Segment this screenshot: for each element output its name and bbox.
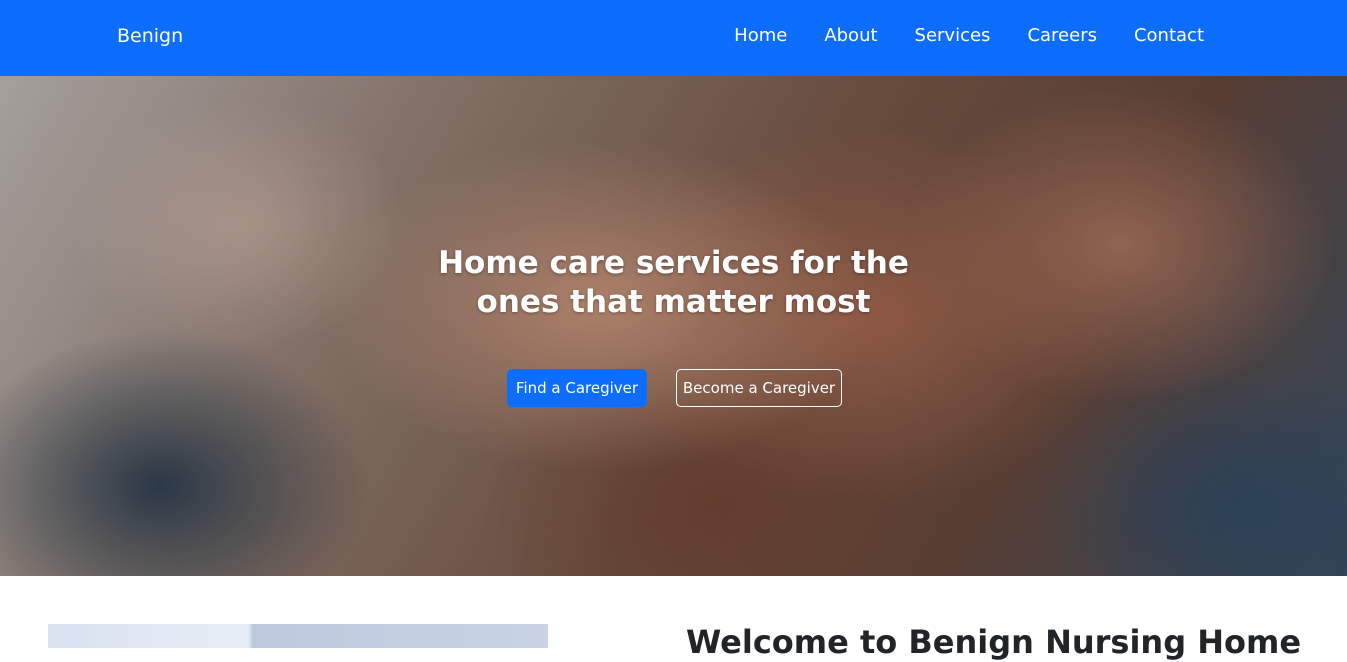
nav-menu: Home About Services Careers Contact [734, 25, 1204, 46]
nav-link-careers[interactable]: Careers [1027, 25, 1097, 46]
about-section-image [48, 624, 548, 648]
hero-title: Home care services for the ones that mat… [438, 245, 909, 320]
nav-link-home[interactable]: Home [734, 25, 787, 46]
nav-link-about[interactable]: About [824, 25, 877, 46]
top-navbar: Benign Home About Services Careers Conta… [0, 0, 1347, 76]
nav-link-contact[interactable]: Contact [1134, 25, 1204, 46]
become-caregiver-button[interactable]: Become a Caregiver [676, 369, 842, 407]
brand-logo-link[interactable]: Benign [117, 25, 183, 47]
hero-banner: Home care services for the ones that mat… [0, 76, 1347, 576]
welcome-heading: Welcome to Benign Nursing Home [686, 623, 1302, 661]
hero-background-image [0, 76, 1347, 576]
nav-link-services[interactable]: Services [915, 25, 991, 46]
find-caregiver-button[interactable]: Find a Caregiver [507, 369, 647, 407]
